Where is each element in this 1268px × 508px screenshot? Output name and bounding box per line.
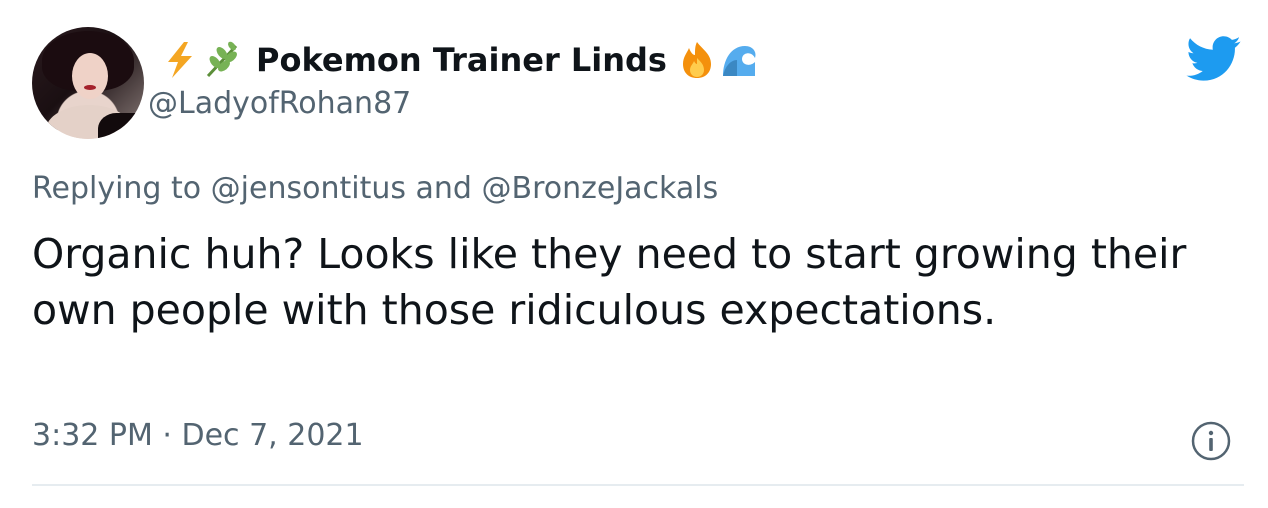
tweet-body-text: Organic huh? Looks like they need to sta… [32, 230, 1187, 334]
fire-icon [682, 42, 711, 78]
wave-icon [722, 46, 756, 76]
lightning-icon [168, 42, 192, 78]
tweet-card: Pokemon Trainer Linds @LadyofRohan87 Rep… [0, 0, 1268, 508]
author-name-row[interactable]: Pokemon Trainer Linds [160, 38, 761, 82]
avatar-face [72, 53, 108, 99]
avatar-dress [98, 113, 144, 139]
author-handle[interactable]: @LadyofRohan87 [148, 86, 411, 121]
author-display-name[interactable]: Pokemon Trainer Linds [256, 41, 667, 79]
herb-icon [206, 41, 238, 78]
twitter-bird-icon[interactable] [1186, 36, 1242, 82]
avatar-lips [84, 85, 96, 90]
divider [32, 484, 1244, 486]
avatar[interactable] [32, 27, 144, 139]
replying-to-text[interactable]: Replying to @jensontitus and @BronzeJack… [32, 171, 718, 206]
tweet-timestamp[interactable]: 3:32 PM · Dec 7, 2021 [32, 418, 364, 453]
info-icon[interactable] [1190, 420, 1232, 462]
